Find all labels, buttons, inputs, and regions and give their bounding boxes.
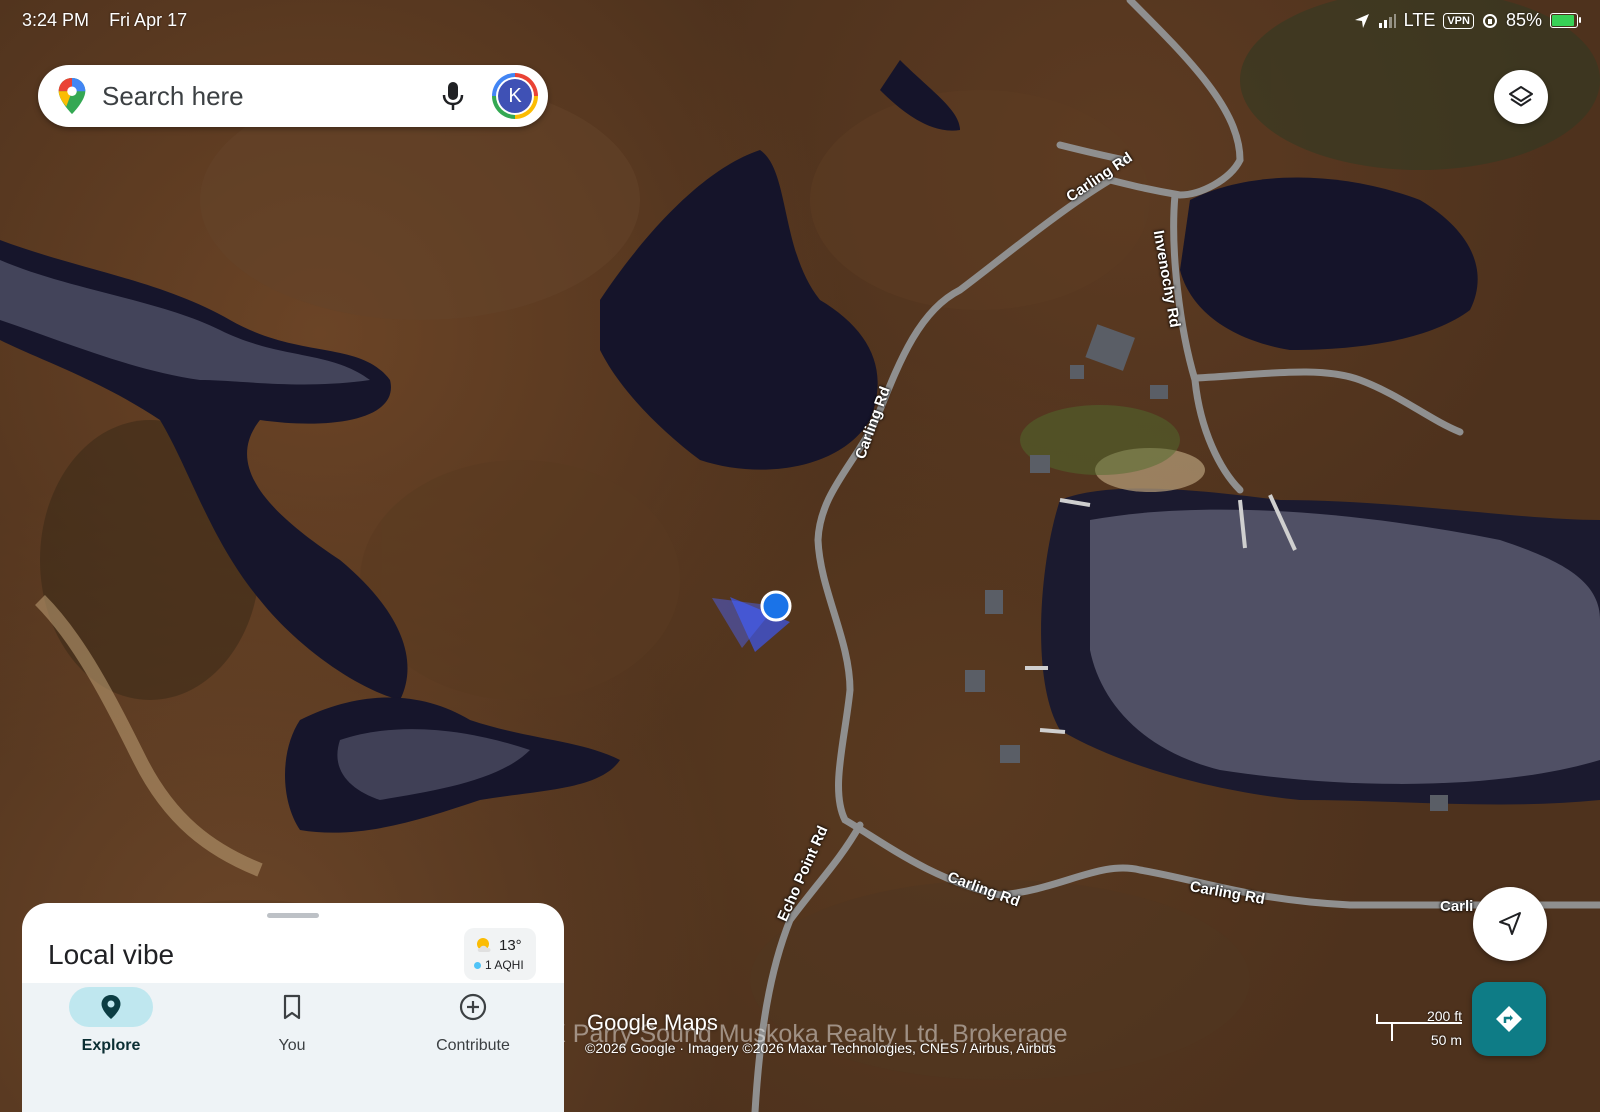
bookmark-icon (283, 994, 301, 1020)
navigation-arrow-icon (1499, 912, 1521, 935)
sheet-title: Local vibe (48, 939, 175, 970)
scale-meters: 50 m (1430, 1032, 1462, 1048)
bottom-sheet[interactable]: Local vibe 13° 1 AQHI Explore You Contri… (22, 903, 564, 1112)
air-quality-index: 1 AQHI (485, 958, 524, 972)
microphone-icon[interactable] (440, 80, 466, 112)
weather-chip[interactable]: 13° 1 AQHI (464, 928, 536, 980)
location-arrow-icon (1354, 13, 1369, 28)
network-type: LTE (1403, 10, 1436, 30)
nav-you-pill (250, 987, 334, 1027)
account-avatar[interactable]: K (492, 73, 538, 119)
nav-explore-pill (69, 987, 153, 1027)
road-label-carling-partial: Carli (1440, 898, 1474, 915)
map-layers-button[interactable] (1494, 70, 1548, 124)
battery-percent: 85% (1505, 10, 1542, 30)
avatar-letter: K (498, 79, 532, 113)
status-time-date: 3:24 PM Fri Apr 17 (22, 10, 187, 31)
my-location-button[interactable] (1473, 887, 1547, 961)
status-time: 3:24 PM (22, 10, 90, 30)
search-input[interactable]: Search here (102, 81, 440, 112)
current-location-dot[interactable] (760, 590, 792, 622)
weather-temp-row: 13° (474, 936, 522, 954)
vpn-badge: VPN (1443, 12, 1474, 29)
nav-contribute-pill (431, 987, 515, 1027)
add-circle-icon (459, 993, 487, 1021)
status-date: Fri Apr 17 (109, 10, 188, 30)
scale-tick (1391, 1023, 1393, 1041)
nav-contribute[interactable]: Contribute (398, 987, 548, 1087)
weather-temperature: 13° (499, 936, 522, 954)
partly-cloudy-icon (477, 938, 491, 952)
bottom-navigation: Explore You Contribute (22, 983, 564, 1112)
layers-icon (1509, 86, 1533, 107)
battery-icon (1550, 13, 1581, 28)
map-scale: 200 ft 50 m (1376, 1008, 1462, 1048)
google-maps-logo: Google Maps (587, 1010, 718, 1035)
air-quality-row: 1 AQHI (474, 958, 524, 972)
status-indicators: LTE VPN 85% (1354, 10, 1581, 31)
orientation-lock-icon (1482, 13, 1497, 28)
directions-button[interactable] (1472, 982, 1546, 1056)
scale-feet: 200 ft (1426, 1008, 1462, 1024)
nav-you[interactable]: You (217, 987, 367, 1087)
map-attribution[interactable]: ©2026 Google · Imagery ©2026 Maxar Techn… (585, 1040, 1056, 1056)
directions-icon (1496, 1006, 1522, 1032)
nav-explore-label: Explore (81, 1037, 141, 1054)
air-quality-dot (474, 961, 481, 969)
place-pin-icon (101, 995, 121, 1019)
search-bar[interactable]: Search here K (38, 65, 548, 127)
google-maps-pin-icon (58, 77, 86, 115)
nav-explore[interactable]: Explore (36, 987, 186, 1087)
nav-contribute-label: Contribute (436, 1037, 510, 1054)
sheet-drag-handle[interactable] (267, 913, 319, 918)
avatar-ring: K (496, 77, 534, 115)
nav-you-label: You (278, 1037, 306, 1054)
signal-icon (1378, 13, 1396, 28)
